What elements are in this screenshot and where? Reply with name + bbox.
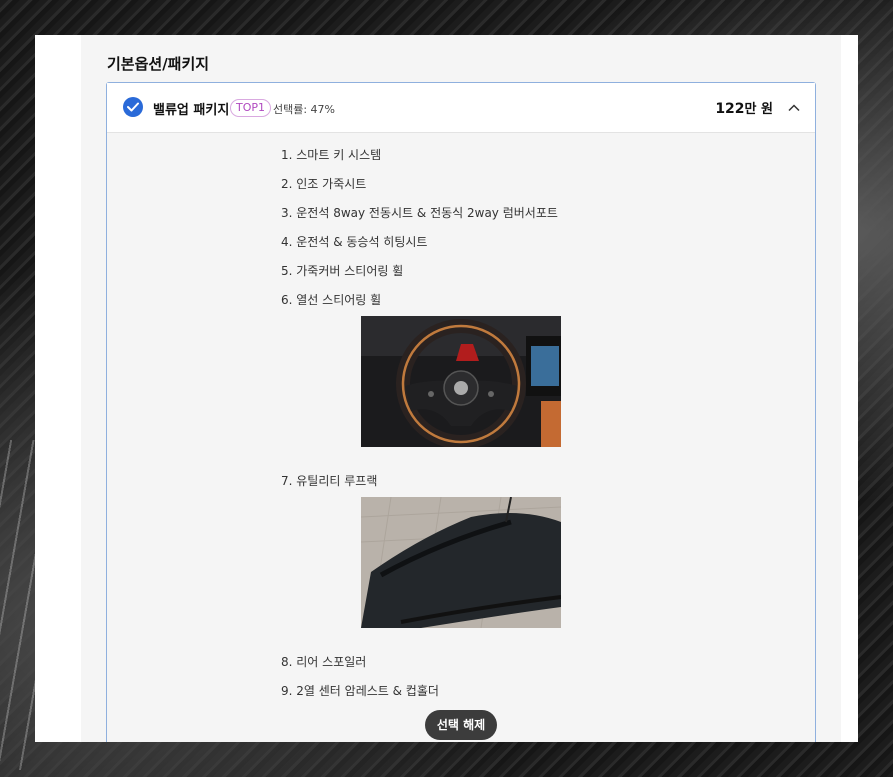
section-title: 기본옵션/패키지 [107,55,210,73]
list-item: 8. 리어 스포일러 [281,655,367,669]
list-item: 7. 유틸리티 루프랙 [281,474,378,488]
list-item: 9. 2열 센터 암레스트 & 컵홀더 [281,684,439,698]
option-panel-inner: 기본옵션/패키지 밸류업 패키지 TOP1 선택률: 47% 122만 원 1.… [81,35,841,742]
top-badge: TOP1 [230,99,272,117]
price-unit: 만 원 [744,102,773,117]
package-price: 122만 원 [715,98,773,117]
roof-rack-image [361,497,561,628]
package-card: 밸류업 패키지 TOP1 선택률: 47% 122만 원 1. 스마트 키 시스… [106,82,816,742]
price-value: 122 [715,101,745,117]
deselect-button[interactable]: 선택 해제 [425,710,497,740]
option-panel: 기본옵션/패키지 밸류업 패키지 TOP1 선택률: 47% 122만 원 1.… [35,35,858,742]
package-name: 밸류업 패키지 [153,103,230,118]
list-item: 3. 운전석 8way 전동시트 & 전동식 2way 럼버서포트 [281,206,558,220]
list-item: 2. 인조 가죽시트 [281,177,367,191]
background-stitching [0,440,40,770]
list-item: 6. 열선 스티어링 휠 [281,293,382,307]
list-item: 4. 운전석 & 동승석 히팅시트 [281,235,428,249]
steering-wheel-image [361,316,561,447]
list-item: 5. 가죽커버 스티어링 휠 [281,264,404,278]
selection-rate: 선택률: 47% [273,103,336,116]
chevron-up-icon[interactable] [787,100,801,114]
check-icon[interactable] [123,97,143,117]
package-header[interactable]: 밸류업 패키지 TOP1 선택률: 47% 122만 원 [107,83,815,133]
list-item: 1. 스마트 키 시스템 [281,148,382,162]
package-details: 1. 스마트 키 시스템 2. 인조 가죽시트 3. 운전석 8way 전동시트… [107,133,815,742]
